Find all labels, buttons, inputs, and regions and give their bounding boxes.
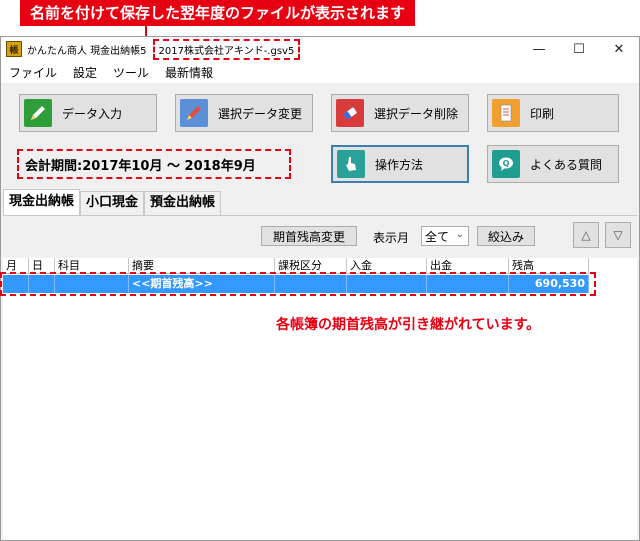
minimize-icon[interactable]: — [519,37,559,61]
accounting-period: 会計期間:2017年10月 ～ 2018年9月 [17,149,291,179]
edit-selected-button[interactable]: 選択データ変更 [175,94,313,132]
how-to-label: 操作方法 [375,157,424,172]
ledger-tabs: 現金出納帳 小口現金 預金出納帳 [3,189,222,215]
change-opening-balance-button[interactable]: 期首残高変更 [261,226,357,246]
window-controls: — ☐ ✕ [519,37,639,61]
faq-button[interactable]: Q よくある質問 [487,145,619,183]
data-entry-button[interactable]: データ入力 [19,94,157,132]
display-month-select[interactable]: 全て ⌄ [421,226,469,246]
tab-deposit-ledger[interactable]: 預金出納帳 [144,191,222,215]
filter-button[interactable]: 絞込み [477,226,535,246]
triangle-down-icon: ▽ [613,228,623,242]
edit-selected-label: 選択データ変更 [218,106,303,121]
data-entry-label: データ入力 [62,106,123,121]
tab-petty-cash[interactable]: 小口現金 [80,191,145,215]
menu-news[interactable]: 最新情報 [165,64,213,81]
title-bar: 帳 かんたん商人 現金出納帳5 2017株式会社アキンド-.gsv5 — ☐ ✕ [1,37,639,61]
question-bubble-icon: Q [492,150,520,178]
app-icon: 帳 [6,41,22,57]
ledger-panel: 期首残高変更 表示月 全て ⌄ 絞込み △ ▽ 月 日 科目 摘要 課税区分 入… [3,215,637,540]
triangle-up-icon: △ [581,228,591,242]
top-callout: 名前を付けて保存した翌年度のファイルが表示されます [0,0,640,38]
printer-icon [492,99,520,127]
print-label: 印刷 [530,106,555,121]
delete-selected-button[interactable]: 選択データ削除 [331,94,469,132]
app-title: かんたん商人 現金出納帳5 [27,45,147,57]
menu-tools[interactable]: ツール [113,64,149,81]
carryover-note: 各帳簿の期首残高が引き継がれています。 [276,317,541,333]
eraser-icon [336,99,364,127]
hand-pointer-icon [337,150,365,178]
ledger-grid: 月 日 科目 摘要 課税区分 入金 出金 残高 <<期首残高>> 690,530 [3,258,637,540]
edit-pencil-icon [180,99,208,127]
move-up-button[interactable]: △ [573,222,599,248]
print-button[interactable]: 印刷 [487,94,619,132]
callout-label: 名前を付けて保存した翌年度のファイルが表示されます [20,0,416,26]
move-down-button[interactable]: ▽ [605,222,631,248]
menu-file[interactable]: ファイル [9,64,57,81]
tab-cash-ledger[interactable]: 現金出納帳 [3,189,81,215]
pencil-icon [24,99,52,127]
close-icon[interactable]: ✕ [599,37,639,61]
display-month-value: 全て [425,229,450,244]
display-month-label: 表示月 [373,231,410,245]
menu-bar: ファイル 設定 ツール 最新情報 [1,61,639,83]
file-name: 2017株式会社アキンド-.gsv5 [152,38,301,60]
opening-balance-highlight [0,272,596,296]
maximize-icon[interactable]: ☐ [559,37,599,61]
delete-selected-label: 選択データ削除 [374,106,459,121]
chevron-down-icon: ⌄ [455,229,464,240]
how-to-button[interactable]: 操作方法 [331,145,469,183]
svg-text:Q: Q [503,159,510,168]
faq-label: よくある質問 [530,157,603,172]
menu-settings[interactable]: 設定 [73,64,97,81]
